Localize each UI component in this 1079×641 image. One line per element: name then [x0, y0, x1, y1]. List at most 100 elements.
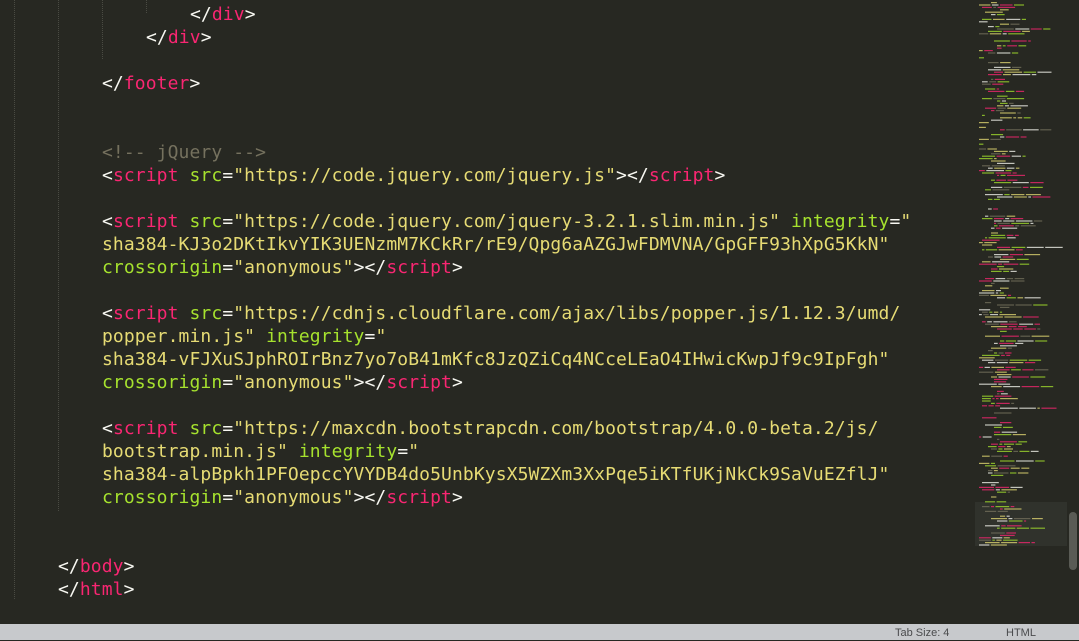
minimap-code-stroke	[1011, 40, 1027, 42]
code-line[interactable]: sha384-KJ3o2DKtIkvYIK3UENzmM7KCkRr/rE9/Q…	[102, 233, 889, 256]
code-token-tag: script	[112, 165, 179, 186]
code-token-punct: >	[452, 372, 463, 393]
code-line[interactable]: </div>	[190, 3, 256, 26]
code-line[interactable]: <script src="https://maxcdn.bootstrapcdn…	[102, 417, 879, 440]
code-line[interactable]: sha384-vFJXuSJphROIrBnz7yo7oB41mKfc8JzQZ…	[102, 348, 889, 371]
minimap-code-stroke	[1008, 33, 1025, 35]
minimap-code-stroke	[991, 474, 1004, 476]
minimap-code-stroke	[991, 496, 997, 498]
minimap-code-stroke	[988, 26, 994, 28]
minimap-code-stroke	[990, 138, 1001, 140]
minimap-code-stroke	[996, 290, 1001, 292]
minimap-code-stroke	[979, 138, 989, 140]
minimap-code-stroke	[1013, 450, 1018, 452]
minimap-code-stroke	[1026, 246, 1044, 248]
code-token-punct: ></	[353, 487, 387, 508]
code-line[interactable]: </footer>	[102, 72, 200, 95]
minimap-code-stroke	[1005, 170, 1012, 172]
minimap-code-stroke	[1000, 340, 1005, 342]
code-token-punct: >	[714, 165, 726, 186]
code-line[interactable]: popper.min.js" integrity="	[102, 325, 386, 348]
minimap-code-stroke	[1007, 491, 1010, 493]
minimap-code-stroke	[996, 539, 1002, 541]
tab-size-indicator[interactable]: Tab Size: 4	[895, 625, 949, 641]
minimap-code-stroke	[1007, 179, 1018, 181]
minimap-code-stroke	[1028, 196, 1031, 198]
code-line[interactable]: </div>	[146, 26, 212, 49]
minimap-code-stroke	[982, 395, 994, 397]
minimap-code-stroke	[1006, 354, 1011, 356]
minimap-code-stroke	[982, 81, 988, 83]
minimap-code-stroke	[997, 47, 1002, 49]
minimap-code-stroke	[979, 158, 993, 160]
minimap-code-stroke	[982, 290, 995, 292]
minimap-code-stroke	[985, 510, 997, 512]
minimap-code-stroke	[985, 107, 997, 109]
minimap-code-stroke	[982, 436, 992, 438]
minimap-code-stroke	[991, 2, 997, 4]
syntax-indicator[interactable]: HTML	[1006, 625, 1036, 641]
minimap-code-stroke	[993, 18, 1005, 20]
minimap-code-stroke	[1009, 362, 1024, 364]
minimap-code-stroke	[1018, 45, 1027, 47]
code-line[interactable]: crossorigin="anonymous"></script>	[102, 256, 463, 279]
code-line[interactable]: <script src="https://cdnjs.cloudflare.co…	[102, 302, 900, 325]
minimap-code-stroke	[1004, 508, 1022, 510]
minimap-code-stroke	[979, 126, 986, 128]
minimap[interactable]	[975, 0, 1067, 624]
code-line[interactable]: bootstrap.min.js" integrity="	[102, 440, 419, 463]
minimap-code-stroke	[997, 174, 1000, 176]
minimap-code-stroke	[979, 366, 984, 368]
minimap-code-stroke	[1018, 542, 1030, 544]
minimap-code-stroke	[1000, 393, 1008, 395]
code-line[interactable]: <script src="https://code.jquery.com/jqu…	[102, 210, 911, 233]
code-token-punct: >	[123, 579, 135, 600]
minimap-code-stroke	[999, 311, 1003, 313]
minimap-code-stroke	[996, 179, 1006, 181]
minimap-code-stroke	[1007, 45, 1017, 47]
code-line[interactable]: <script src="https://code.jquery.com/jqu…	[102, 164, 725, 187]
minimap-code-stroke	[985, 302, 992, 304]
minimap-code-stroke	[994, 371, 1007, 373]
minimap-code-stroke	[1019, 407, 1036, 409]
minimap-code-stroke	[1030, 186, 1043, 188]
minimap-code-stroke	[1003, 30, 1021, 32]
minimap-code-stroke	[1006, 278, 1014, 280]
minimap-code-stroke	[1009, 102, 1014, 104]
minimap-code-stroke	[979, 57, 984, 59]
code-editor[interactable]: </div> </div> </footer> <!-- jQuery --> <scr…	[0, 0, 975, 624]
code-line[interactable]: sha384-alpBpkh1PFOepccYVYDB4do5UnbKysX5W…	[102, 463, 889, 486]
code-token-punct: =	[222, 257, 234, 278]
code-token-str: popper.min.js"	[102, 326, 256, 347]
minimap-code-stroke	[982, 417, 997, 419]
code-line[interactable]: </html>	[58, 578, 135, 601]
code-line[interactable]: crossorigin="anonymous"></script>	[102, 486, 463, 509]
code-line[interactable]: <!-- jQuery -->	[102, 141, 266, 164]
minimap-code-stroke	[996, 155, 1011, 157]
minimap-code-stroke	[1009, 254, 1023, 256]
minimap-code-stroke	[1013, 117, 1017, 119]
code-token-punct: >	[244, 4, 256, 25]
minimap-code-stroke	[997, 297, 1006, 299]
code-line[interactable]: </body>	[58, 555, 135, 578]
minimap-code-stroke	[995, 292, 999, 294]
minimap-code-stroke	[996, 402, 1010, 404]
minimap-code-stroke	[994, 352, 998, 354]
minimap-code-stroke	[1007, 525, 1022, 527]
minimap-code-stroke	[982, 218, 993, 220]
minimap-code-stroke	[1000, 117, 1012, 119]
scrollbar-thumb[interactable]	[1069, 512, 1077, 570]
minimap-code-stroke	[1000, 398, 1018, 400]
minimap-code-stroke	[988, 30, 1002, 32]
minimap-code-stroke	[991, 227, 995, 229]
minimap-code-stroke	[993, 98, 1006, 100]
minimap-code-stroke	[993, 311, 999, 313]
minimap-code-stroke	[984, 366, 990, 368]
minimap-code-stroke	[1011, 155, 1021, 157]
minimap-code-stroke	[995, 489, 1000, 491]
minimap-code-stroke	[1000, 4, 1013, 6]
code-token-str: sha384-vFJXuSJphROIrBnz7yo7oB41mKfc8JzQZ…	[102, 349, 890, 370]
minimap-code-stroke	[1003, 426, 1013, 428]
code-line[interactable]: crossorigin="anonymous"></script>	[102, 371, 463, 394]
